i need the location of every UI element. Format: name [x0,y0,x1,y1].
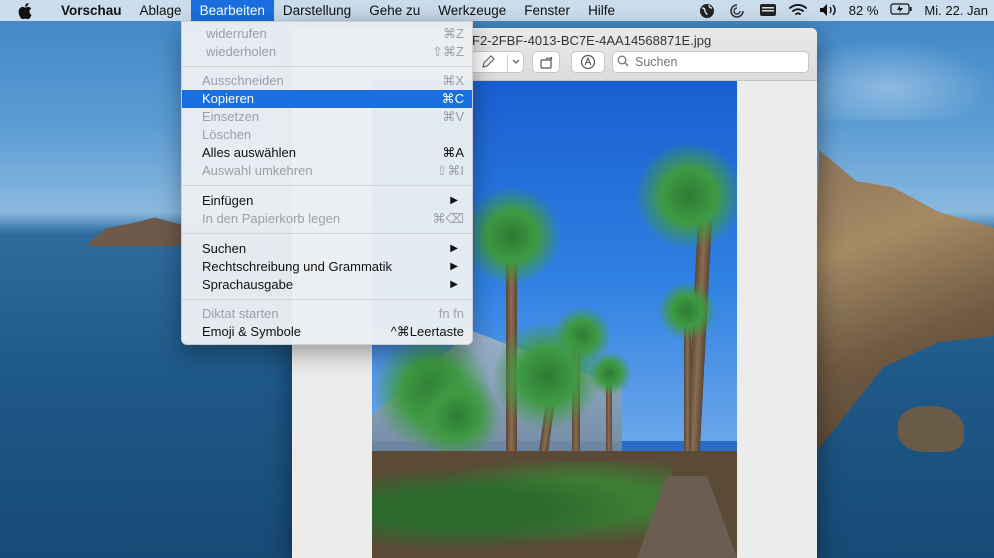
menu-darstellung[interactable]: Darstellung [274,0,360,21]
shortcut-label: ⌘⌫ [432,211,464,226]
shortcut-label: ⌘Z [443,26,464,41]
menu-separator [182,233,472,234]
menu-item-label: Diktat starten [202,306,279,321]
shortcut-label: ⌘A [442,145,464,160]
palm-frond [657,281,717,341]
menu-item-label: widerrufen [206,26,267,41]
palm-frond [412,371,502,461]
keyboard-icon[interactable] [759,3,777,19]
menu-item-label: Auswahl umkehren [202,163,313,178]
menu-werkzeuge[interactable]: Werkzeuge [429,0,515,21]
menu-fenster[interactable]: Fenster [515,0,579,21]
edit-menu: widerrufen ⌘Z wiederholen ⇧⌘Z Ausschneid… [181,21,473,345]
shortcut-label: fn fn [438,306,464,321]
menu-item-undo[interactable]: widerrufen ⌘Z [182,25,472,43]
shortcut-label: ⌘C [441,91,464,106]
menu-item-emoji-symbols[interactable]: Emoji & Symbole ^⌘Leertaste [182,323,472,341]
menubar-clock[interactable]: Mi. 22. Jan [924,3,988,18]
shortcut-label: ⇧⌘Z [432,44,464,59]
menu-item-label: Kopieren [202,91,255,106]
menu-hilfe[interactable]: Hilfe [579,0,624,21]
palm-frond [462,186,562,286]
photo-plants [372,461,672,558]
menu-item-delete[interactable]: Löschen [182,126,472,144]
volume-icon[interactable] [819,3,837,19]
menu-item-start-dictation[interactable]: Diktat starten fn fn [182,305,472,323]
apple-menu-icon[interactable] [18,2,32,19]
menu-item-label: Einsetzen [202,109,260,124]
menu-item-find[interactable]: Suchen ▶ [182,240,472,258]
shortcut-label: ⇧⌘I [436,163,464,178]
menu-item-paste[interactable]: Einsetzen ⌘V [182,108,472,126]
search-icon [617,55,629,70]
menu-item-move-to-trash[interactable]: In den Papierkorb legen ⌘⌫ [182,210,472,228]
menu-item-speech[interactable]: Sprachausgabe ▶ [182,276,472,294]
menu-item-cut[interactable]: Ausschneiden ⌘X [182,72,472,90]
submenu-arrow-icon: ▶ [450,195,458,206]
markup-icon [580,54,596,73]
menu-item-invert-selection[interactable]: Auswahl umkehren ⇧⌘I [182,162,472,180]
wifi-icon[interactable] [788,3,807,19]
shortcut-label: ⌘X [442,73,464,88]
menu-separator [182,66,472,67]
battery-charging-icon[interactable] [890,2,913,19]
wallpaper-clouds [818,40,994,120]
markup-pen-button[interactable] [470,51,524,73]
menu-item-label: Einfügen [202,193,254,208]
palm-frond [634,141,737,251]
menu-item-spelling-grammar[interactable]: Rechtschreibung und Grammatik ▶ [182,258,472,276]
menu-item-label: Alles auswählen [202,145,296,160]
palm-frond [492,321,602,431]
menu-ablage[interactable]: Ablage [131,0,191,21]
menu-separator [182,185,472,186]
menu-item-insert[interactable]: Einfügen ▶ [182,192,472,210]
submenu-arrow-icon: ▶ [450,243,458,254]
markup-toolbar-button[interactable] [571,51,605,73]
menu-item-label: Rechtschreibung und Grammatik [202,259,393,274]
rotate-button[interactable] [532,51,560,73]
menu-item-select-all[interactable]: Alles auswählen ⌘A [182,144,472,162]
rotate-icon [539,55,555,72]
menu-bar: Vorschau Ablage Bearbeiten Darstellung G… [0,0,994,21]
pen-icon [481,55,495,72]
menu-item-label: Ausschneiden [202,73,284,88]
globe-icon[interactable] [699,3,717,19]
menu-separator [182,299,472,300]
menu-bearbeiten[interactable]: Bearbeiten [190,0,274,21]
wallpaper-rock [898,406,964,452]
menu-item-label: wiederholen [206,44,277,59]
submenu-arrow-icon: ▶ [450,261,458,272]
menu-item-label: Sprachausgabe [202,277,294,292]
menu-item-label: Emoji & Symbole [202,324,301,339]
menu-item-label: In den Papierkorb legen [202,211,341,226]
shortcut-label: ^⌘Leertaste [390,324,464,339]
menu-item-redo[interactable]: wiederholen ⇧⌘Z [182,43,472,61]
status-area: 82 % Mi. 22. Jan [699,0,994,21]
menu-item-label: Löschen [202,127,252,142]
menu-gehe-zu[interactable]: Gehe zu [360,0,429,21]
wallpaper-island [88,217,183,246]
menu-app-vorschau[interactable]: Vorschau [52,0,131,21]
menu-item-label: Suchen [202,241,247,256]
window-title: F2-2FBF-4013-BC7E-4AA14568871E.jpg [472,33,712,48]
menu-item-copy[interactable]: Kopieren ⌘C [182,90,472,108]
search-field[interactable] [612,51,809,73]
submenu-arrow-icon: ▶ [450,279,458,290]
search-input[interactable] [633,54,807,70]
battery-percent: 82 % [848,3,879,18]
creative-cloud-icon[interactable] [729,3,747,19]
chevron-down-icon [507,55,521,72]
shortcut-label: ⌘V [442,109,464,124]
